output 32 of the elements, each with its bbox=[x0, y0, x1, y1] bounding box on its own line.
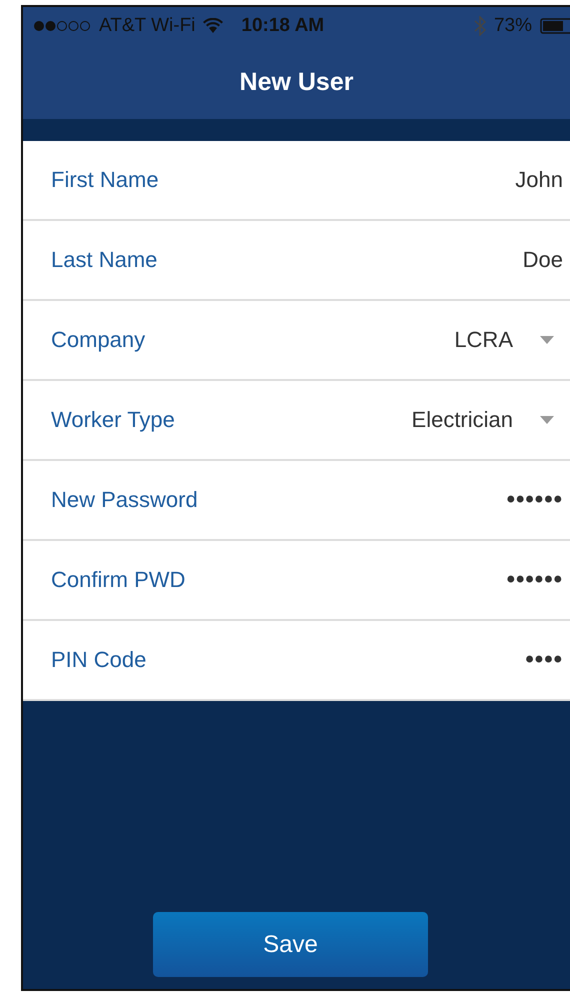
dropdown-caret-icon[interactable] bbox=[539, 415, 555, 425]
password-value[interactable]: •••••• bbox=[506, 566, 563, 594]
bluetooth-icon bbox=[474, 16, 486, 36]
password-value[interactable]: •••••• bbox=[506, 486, 563, 514]
battery-icon bbox=[540, 18, 570, 34]
form-row[interactable]: Last Name Doe bbox=[23, 221, 570, 301]
form-row[interactable]: First Name John bbox=[23, 141, 570, 221]
field-value[interactable]: Electrician bbox=[412, 407, 513, 433]
battery-percentage: 73% bbox=[494, 15, 532, 37]
screen-title: New User bbox=[240, 68, 354, 96]
save-button[interactable]: Save bbox=[153, 912, 428, 977]
wifi-icon bbox=[203, 18, 224, 34]
field-value[interactable]: John bbox=[515, 167, 563, 193]
field-label: PIN Code bbox=[51, 647, 148, 673]
field-label: Worker Type bbox=[51, 407, 176, 433]
field-value[interactable]: Doe bbox=[522, 247, 563, 273]
field-value[interactable]: LCRA bbox=[454, 327, 513, 353]
signal-icon bbox=[33, 20, 91, 32]
field-label: Company bbox=[51, 327, 146, 353]
field-label: Confirm PWD bbox=[51, 567, 186, 593]
form-row[interactable]: Confirm PWD •••••• bbox=[23, 541, 570, 621]
field-label: First Name bbox=[51, 167, 160, 193]
field-label: Last Name bbox=[51, 247, 158, 273]
form-row[interactable]: New Password •••••• bbox=[23, 461, 570, 541]
form-row[interactable]: PIN Code •••• bbox=[23, 621, 570, 701]
password-value[interactable]: •••• bbox=[525, 646, 563, 674]
field-label: New Password bbox=[51, 487, 199, 513]
form-row[interactable]: Company LCRA bbox=[23, 301, 570, 381]
carrier-label: AT&T Wi-Fi bbox=[99, 15, 196, 37]
form-row[interactable]: Worker Type Electrician bbox=[23, 381, 570, 461]
clock-time: 10:18 AM bbox=[241, 15, 324, 37]
dropdown-caret-icon[interactable] bbox=[539, 335, 555, 345]
